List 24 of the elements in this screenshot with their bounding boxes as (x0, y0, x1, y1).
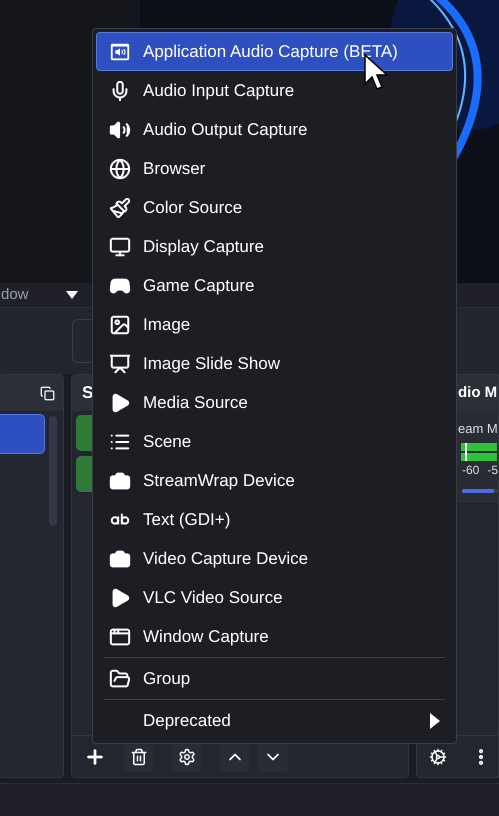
menu-item[interactable]: Application Audio Capture (BETA) (96, 32, 453, 71)
menu-item[interactable]: Window Capture (96, 617, 453, 656)
menu-item[interactable]: StreamWrap Device (96, 461, 453, 500)
menu-item[interactable]: Browser (96, 149, 453, 188)
menu-item[interactable]: Scene (96, 422, 453, 461)
scene-name-label: dow (1, 284, 29, 305)
menu-item[interactable]: VLC Video Source (96, 578, 453, 617)
meter-tick-label: -5 (487, 462, 498, 478)
menu-item[interactable]: Audio Output Capture (96, 110, 453, 149)
menu-item[interactable]: Image Slide Show (96, 344, 453, 383)
channel-name: eam M (458, 420, 498, 438)
menu-item[interactable]: Audio Input Capture (96, 71, 453, 110)
menu-item[interactable]: Text (GDI+) (96, 500, 453, 539)
menu-item[interactable]: Image (96, 305, 453, 344)
menu-item[interactable]: Media Source (96, 383, 453, 422)
menu-item[interactable]: Color Source (96, 188, 453, 227)
menu-item[interactable]: Display Capture (96, 227, 453, 266)
menu-item[interactable]: Group (96, 659, 453, 698)
menu-item[interactable]: Deprecated (96, 701, 453, 740)
panel-title: dio M (458, 382, 498, 403)
menu-item[interactable]: Game Capture (96, 266, 453, 305)
panel-title: S (82, 382, 94, 404)
meter-tick-label: -60 (462, 462, 480, 478)
menu-item[interactable]: Video Capture Device (96, 539, 453, 578)
